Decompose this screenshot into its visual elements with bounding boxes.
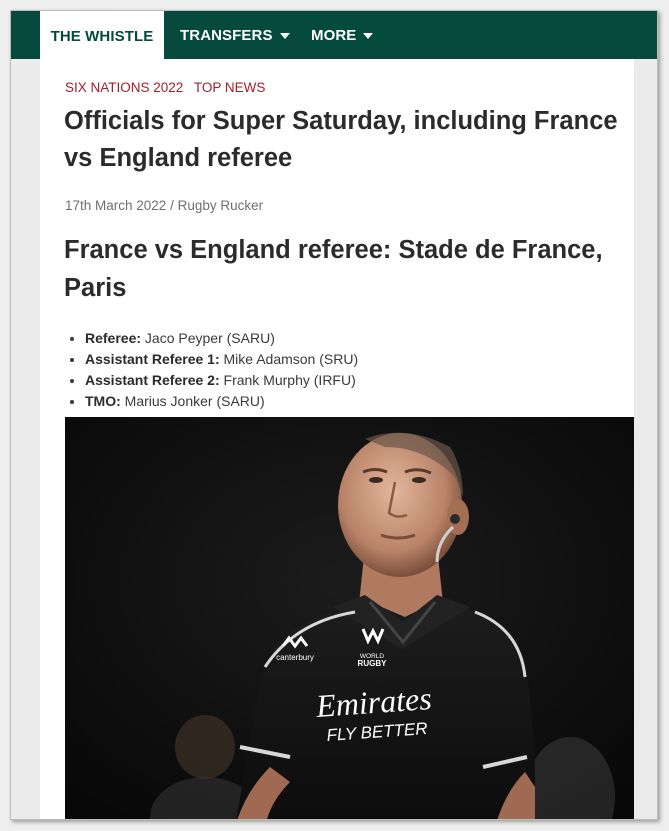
official-role: TMO: <box>85 393 121 409</box>
list-item: Referee: Jaco Peyper (SARU) <box>85 328 358 349</box>
official-role: Assistant Referee 2: <box>85 372 220 388</box>
referee-photo: canterbury WORLD RUGBY Emirates FLY BETT… <box>65 417 634 819</box>
article-title: Officials for Super Saturday, including … <box>64 107 618 172</box>
canterbury-text: canterbury <box>276 653 314 662</box>
author-link[interactable]: Rugby Rucker <box>178 198 264 213</box>
article-content: SIX NATIONS 2022 TOP NEWS Officials for … <box>40 59 634 819</box>
referee-illustration: canterbury WORLD RUGBY Emirates FLY BETT… <box>65 417 634 819</box>
left-gutter <box>11 59 40 819</box>
nav-more-label: MORE <box>311 26 357 44</box>
caret-down-icon <box>363 33 374 39</box>
article-subheading: France vs England referee: Stade de Fran… <box>64 236 603 302</box>
list-item: Assistant Referee 2: Frank Murphy (IRFU) <box>85 370 358 391</box>
browser-frame: THE WHISTLE TRANSFERS MORE SIX NATIONS 2… <box>10 10 658 820</box>
nav-more-menu[interactable]: MORE <box>311 11 374 59</box>
officials-list: Referee: Jaco Peyper (SARU) Assistant Re… <box>85 328 358 412</box>
official-name: Jaco Peyper (SARU) <box>144 330 275 346</box>
category-link[interactable]: TOP NEWS <box>194 80 266 95</box>
nav-home-tab[interactable]: THE WHISTLE <box>40 11 164 61</box>
official-name: Frank Murphy (IRFU) <box>223 372 356 388</box>
nav-home-label: THE WHISTLE <box>50 27 154 45</box>
official-role: Referee: <box>85 330 142 346</box>
category-link[interactable]: SIX NATIONS 2022 <box>65 80 183 95</box>
caret-down-icon <box>279 33 290 39</box>
top-navbar: THE WHISTLE TRANSFERS MORE <box>11 11 657 61</box>
official-role: Assistant Referee 1: <box>85 351 220 367</box>
list-item: TMO: Marius Jonker (SARU) <box>85 391 358 412</box>
article-date: 17th March 2022 <box>65 198 167 213</box>
nav-transfers-menu[interactable]: TRANSFERS <box>180 11 290 59</box>
article-categories: SIX NATIONS 2022 TOP NEWS <box>65 80 272 95</box>
meta-separator: / <box>166 198 178 213</box>
official-name: Mike Adamson (SRU) <box>223 351 359 367</box>
rugby-text: RUGBY <box>358 659 388 668</box>
nav-transfers-label: TRANSFERS <box>180 26 273 44</box>
list-item: Assistant Referee 1: Mike Adamson (SRU) <box>85 349 358 370</box>
article-meta: 17th March 2022 / Rugby Rucker <box>65 198 263 213</box>
official-name: Marius Jonker (SARU) <box>124 393 265 409</box>
